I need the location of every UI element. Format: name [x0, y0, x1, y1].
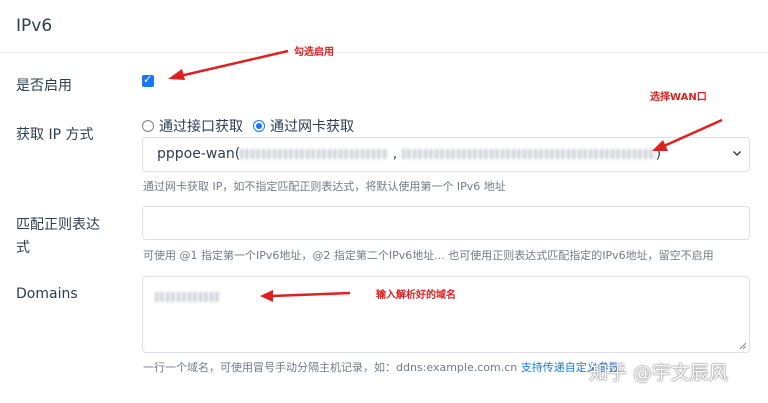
- watermark: 知乎 @宇文辰风: [589, 362, 729, 384]
- arrow-to-select: [652, 118, 723, 151]
- arrow-to-textarea: [260, 290, 351, 302]
- annotation-arrows: [168, 49, 723, 302]
- arrow-to-checkbox: [168, 49, 289, 80]
